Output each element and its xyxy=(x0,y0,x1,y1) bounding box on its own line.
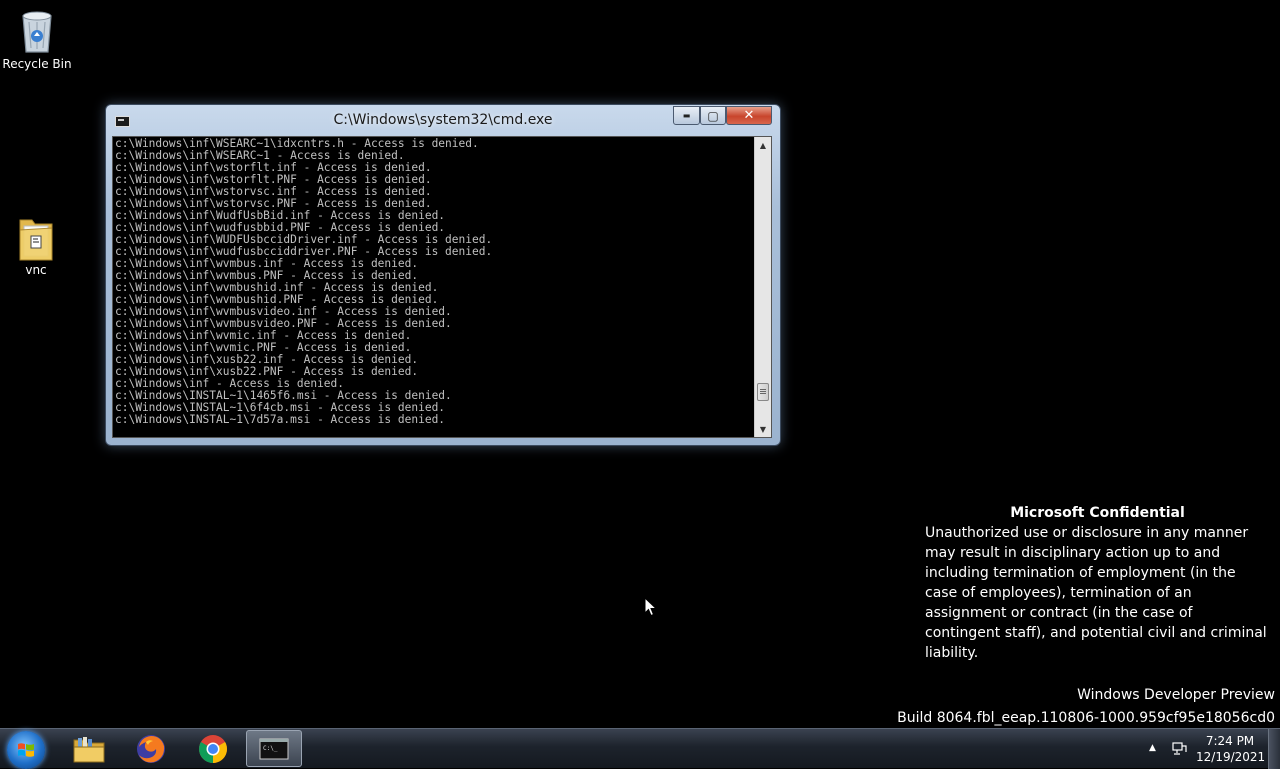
network-icon[interactable] xyxy=(1172,741,1188,755)
close-icon: ✕ xyxy=(743,108,755,123)
build-watermark: Windows Developer Preview Build 8064.fbl… xyxy=(897,684,1275,730)
minimize-icon: ▬ xyxy=(682,111,691,120)
firefox-icon xyxy=(137,734,165,763)
maximize-button[interactable]: ▢ xyxy=(700,106,726,125)
scroll-down-button[interactable]: ▼ xyxy=(755,421,771,437)
taskbar-clock[interactable]: 7:24 PM 12/19/2021 xyxy=(1196,733,1266,765)
folder-shortcut-icon xyxy=(16,214,56,261)
scroll-up-icon: ▲ xyxy=(759,140,767,150)
desktop-icon-vnc[interactable]: vnc xyxy=(1,214,71,277)
desktop-icon-recycle-bin[interactable]: Recycle Bin xyxy=(2,8,72,71)
console-scrollbar[interactable]: ▲ ▼ xyxy=(754,137,771,437)
console-output: c:\Windows\inf\WSEARC~1\idxcntrs.h - Acc… xyxy=(115,138,755,426)
vnc-label: vnc xyxy=(25,263,47,277)
watermark-edition: Windows Developer Preview xyxy=(1077,687,1275,703)
scroll-down-icon: ▼ xyxy=(759,424,767,434)
show-desktop-button[interactable] xyxy=(1268,729,1280,769)
taskbar-firefox[interactable] xyxy=(123,730,179,767)
cmd-window[interactable]: C:\Windows\system32\cmd.exe ▬ ▢ ✕ c:\Win… xyxy=(105,104,781,446)
close-button[interactable]: ✕ xyxy=(726,106,772,125)
console-line: c:\Windows\INSTAL~1\7d57a.msi - Access i… xyxy=(115,413,446,426)
confidential-heading: Microsoft Confidential xyxy=(1010,505,1185,521)
minimize-button[interactable]: ▬ xyxy=(673,106,700,125)
folder-icon xyxy=(73,736,105,762)
cmd-icon: C:\_ xyxy=(259,738,289,759)
show-hidden-icons-button[interactable]: ▲ xyxy=(1149,743,1156,753)
start-button[interactable] xyxy=(7,731,45,769)
maximize-icon: ▢ xyxy=(707,108,719,123)
cmd-titlebar[interactable]: C:\Windows\system32\cmd.exe ▬ ▢ ✕ xyxy=(106,105,780,135)
watermark-build: Build 8064.fbl_eeap.110806-1000.959cf95e… xyxy=(897,710,1275,726)
mouse-pointer-icon xyxy=(644,596,658,621)
recycle-bin-icon xyxy=(17,8,57,54)
windows-logo-icon xyxy=(18,743,34,757)
clock-time: 7:24 PM xyxy=(1205,734,1255,748)
confidential-body: Unauthorized use or disclosure in any ma… xyxy=(925,525,1267,661)
taskbar-file-explorer[interactable] xyxy=(61,730,117,767)
taskbar: C:\_ ▲ 7:24 PM 12/19/2021 xyxy=(0,728,1280,769)
console-area[interactable]: c:\Windows\inf\WSEARC~1\idxcntrs.h - Acc… xyxy=(112,136,772,438)
chrome-icon xyxy=(199,734,227,763)
taskbar-chrome[interactable] xyxy=(185,730,241,767)
svg-text:C:\_: C:\_ xyxy=(263,745,278,752)
taskbar-command-prompt[interactable]: C:\_ xyxy=(246,730,302,767)
recycle-bin-label: Recycle Bin xyxy=(2,57,72,71)
clock-date: 12/19/2021 xyxy=(1196,750,1266,764)
scroll-up-button[interactable]: ▲ xyxy=(755,137,771,153)
scrollbar-thumb[interactable] xyxy=(757,383,769,401)
confidential-notice: Microsoft Confidential Unauthorized use … xyxy=(925,503,1270,663)
